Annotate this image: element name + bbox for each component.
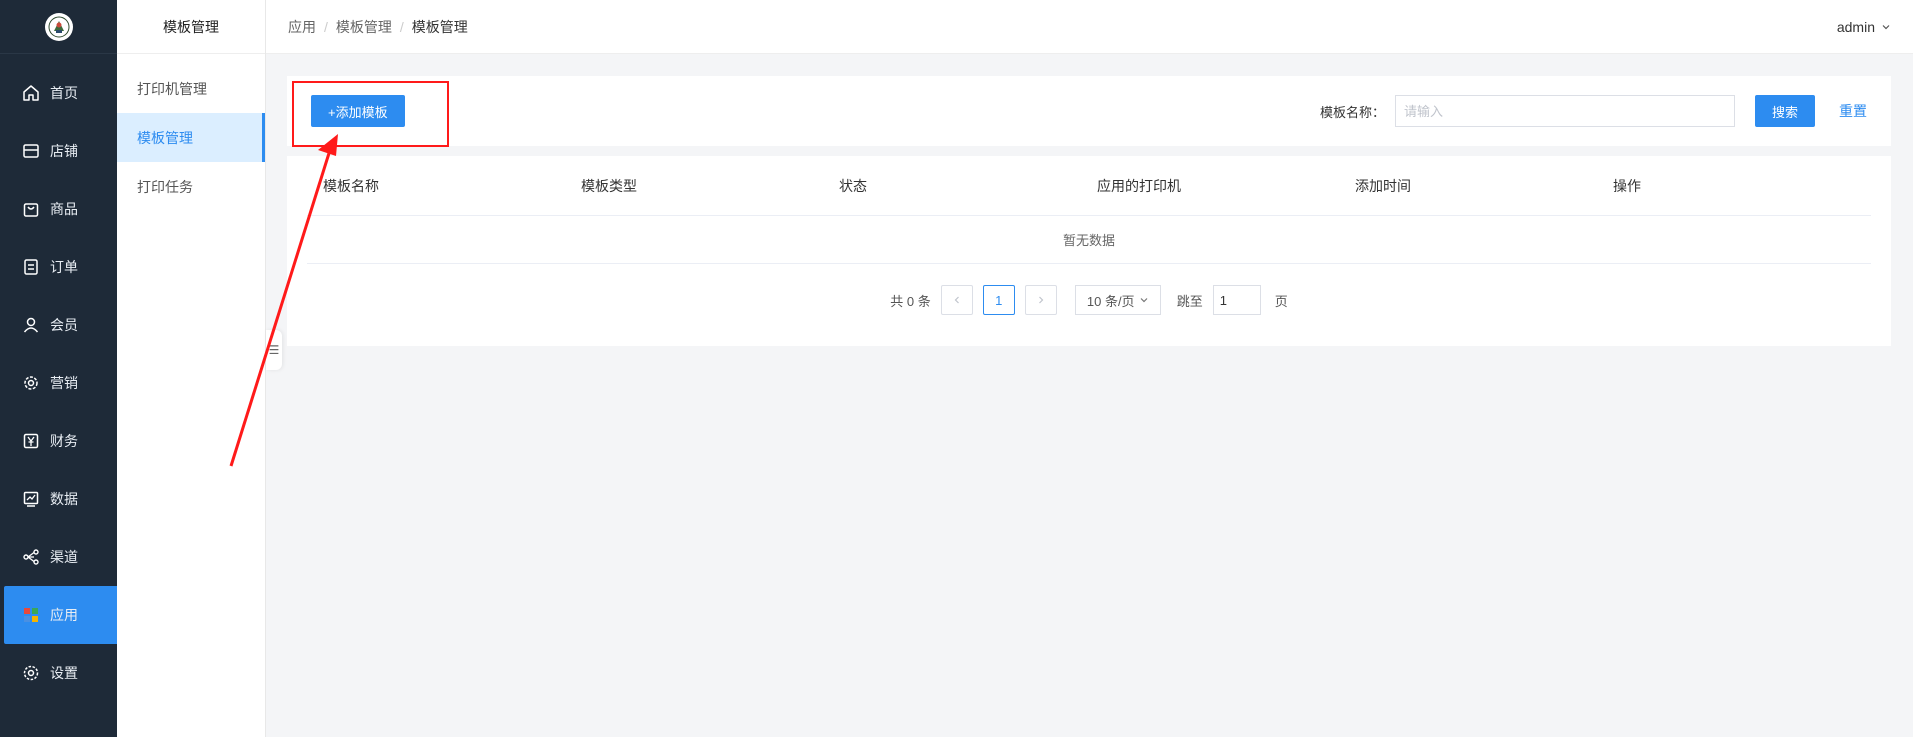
page-suffix-label: 页 — [1274, 293, 1288, 309]
template-table: 模板名称 模板类型 状态 应用的打印机 添加时间 操作 暂无数据 共 0 条 1… — [287, 156, 1891, 346]
nav-item-marketing[interactable]: 营销 — [0, 354, 117, 412]
logo[interactable] — [44, 12, 73, 41]
prev-page-button[interactable] — [940, 285, 973, 315]
page-size-value: 10 条/页 — [1086, 293, 1135, 309]
nav-item-label: 首页 — [50, 85, 78, 101]
column-header-printer: 应用的打印机 — [1097, 177, 1181, 194]
nav-item-label: 订单 — [50, 259, 78, 275]
reset-button[interactable]: 重置 — [1839, 101, 1867, 121]
breadcrumb: 应用 / 模板管理 / 模板管理 — [288, 17, 468, 37]
chevron-down-icon — [1140, 298, 1147, 303]
nav-item-members[interactable]: 会员 — [0, 296, 117, 354]
logo-area — [0, 0, 117, 54]
sub-sidebar-title: 模板管理 — [117, 0, 265, 54]
user-menu[interactable]: admin — [1837, 19, 1891, 35]
nav-item-label: 财务 — [50, 433, 78, 449]
nav-item-data[interactable]: 数据 — [0, 470, 117, 528]
sub-item-printer-management[interactable]: 打印机管理 — [117, 64, 265, 113]
pagination: 共 0 条 1 10 条/页 跳至 页 — [307, 264, 1871, 336]
bag-icon — [23, 203, 39, 217]
jump-label: 跳至 — [1176, 293, 1203, 309]
jump-page-input[interactable] — [1212, 285, 1261, 315]
column-header-actions: 操作 — [1613, 177, 1641, 194]
gear-icon — [24, 376, 38, 390]
next-page-button[interactable] — [1024, 285, 1057, 315]
chevron-down-icon — [1882, 24, 1890, 29]
table-empty-state: 暂无数据 — [307, 216, 1871, 264]
chevron-left-icon — [954, 296, 959, 304]
apps-icon — [24, 608, 38, 622]
table-header: 模板名称 模板类型 状态 应用的打印机 添加时间 操作 — [307, 156, 1871, 216]
user-icon — [23, 317, 39, 333]
template-name-label: 模板名称： — [1319, 104, 1385, 120]
breadcrumb-item[interactable]: 模板管理 — [336, 17, 392, 37]
nav-item-label: 商品 — [50, 201, 78, 217]
annotation-highlight-box — [292, 81, 449, 147]
nav-item-label: 营销 — [50, 375, 78, 391]
nav-item-label: 渠道 — [50, 549, 78, 565]
nav-item-orders[interactable]: 订单 — [0, 238, 117, 296]
menu-collapse-icon: ☰ — [268, 343, 280, 357]
sub-item-print-tasks[interactable]: 打印任务 — [117, 162, 265, 211]
column-header-status: 状态 — [839, 177, 867, 194]
nav-item-label: 应用 — [50, 607, 78, 623]
column-header-template-type: 模板类型 — [581, 177, 637, 194]
nav-item-label: 会员 — [50, 317, 78, 333]
home-icon — [23, 85, 39, 101]
settings-icon — [23, 665, 39, 681]
main-content: +添加模板 模板名称： 搜索 重置 模板名称 模板类型 状态 应用的打印机 添加… — [287, 76, 1891, 346]
main-sidebar: 首页 店铺 商品 订单 会员 营销 财务 数据 渠道 应用 设置 — [0, 0, 117, 737]
sub-sidebar: 模板管理 打印机管理 模板管理 打印任务 — [117, 0, 266, 737]
nav-item-home[interactable]: 首页 — [0, 64, 117, 122]
page-number-current[interactable]: 1 — [982, 285, 1015, 315]
main-nav: 首页 店铺 商品 订单 会员 营销 财务 数据 渠道 应用 设置 — [0, 54, 117, 702]
chart-icon — [23, 491, 39, 507]
top-header: 应用 / 模板管理 / 模板管理 admin — [266, 0, 1913, 54]
nav-item-channels[interactable]: 渠道 — [0, 528, 117, 586]
nav-item-finance[interactable]: 财务 — [0, 412, 117, 470]
nav-item-label: 数据 — [50, 491, 78, 507]
sub-item-template-management[interactable]: 模板管理 — [117, 113, 265, 162]
share-icon — [23, 549, 39, 565]
breadcrumb-current: 模板管理 — [411, 18, 468, 35]
column-header-added-time: 添加时间 — [1355, 177, 1411, 194]
nav-item-settings[interactable]: 设置 — [0, 644, 117, 702]
nav-item-store[interactable]: 店铺 — [0, 122, 117, 180]
search-button[interactable]: 搜索 — [1754, 95, 1815, 127]
pagination-total: 共 0 条 — [890, 293, 931, 309]
nav-item-goods[interactable]: 商品 — [0, 180, 117, 238]
nav-item-apps[interactable]: 应用 — [4, 586, 117, 644]
chevron-right-icon — [1038, 296, 1044, 304]
page-size-select[interactable]: 10 条/页 — [1074, 285, 1161, 315]
template-name-input[interactable] — [1394, 95, 1735, 127]
breadcrumb-item[interactable]: 应用 — [288, 17, 316, 37]
username: admin — [1836, 18, 1875, 35]
search-form: 模板名称： 搜索 重置 — [1320, 95, 1867, 127]
column-header-template-name: 模板名称 — [323, 177, 379, 194]
nav-item-label: 设置 — [50, 665, 78, 681]
toolbar: +添加模板 模板名称： 搜索 重置 — [287, 76, 1891, 147]
breadcrumb-separator: / — [399, 18, 404, 35]
collapse-sidebar-toggle[interactable]: ☰ — [266, 330, 282, 370]
order-icon — [24, 259, 38, 275]
logo-icon — [48, 16, 69, 37]
breadcrumb-separator: / — [324, 18, 328, 35]
store-icon — [23, 144, 39, 158]
nav-item-label: 店铺 — [50, 143, 78, 159]
yen-icon — [23, 433, 39, 449]
